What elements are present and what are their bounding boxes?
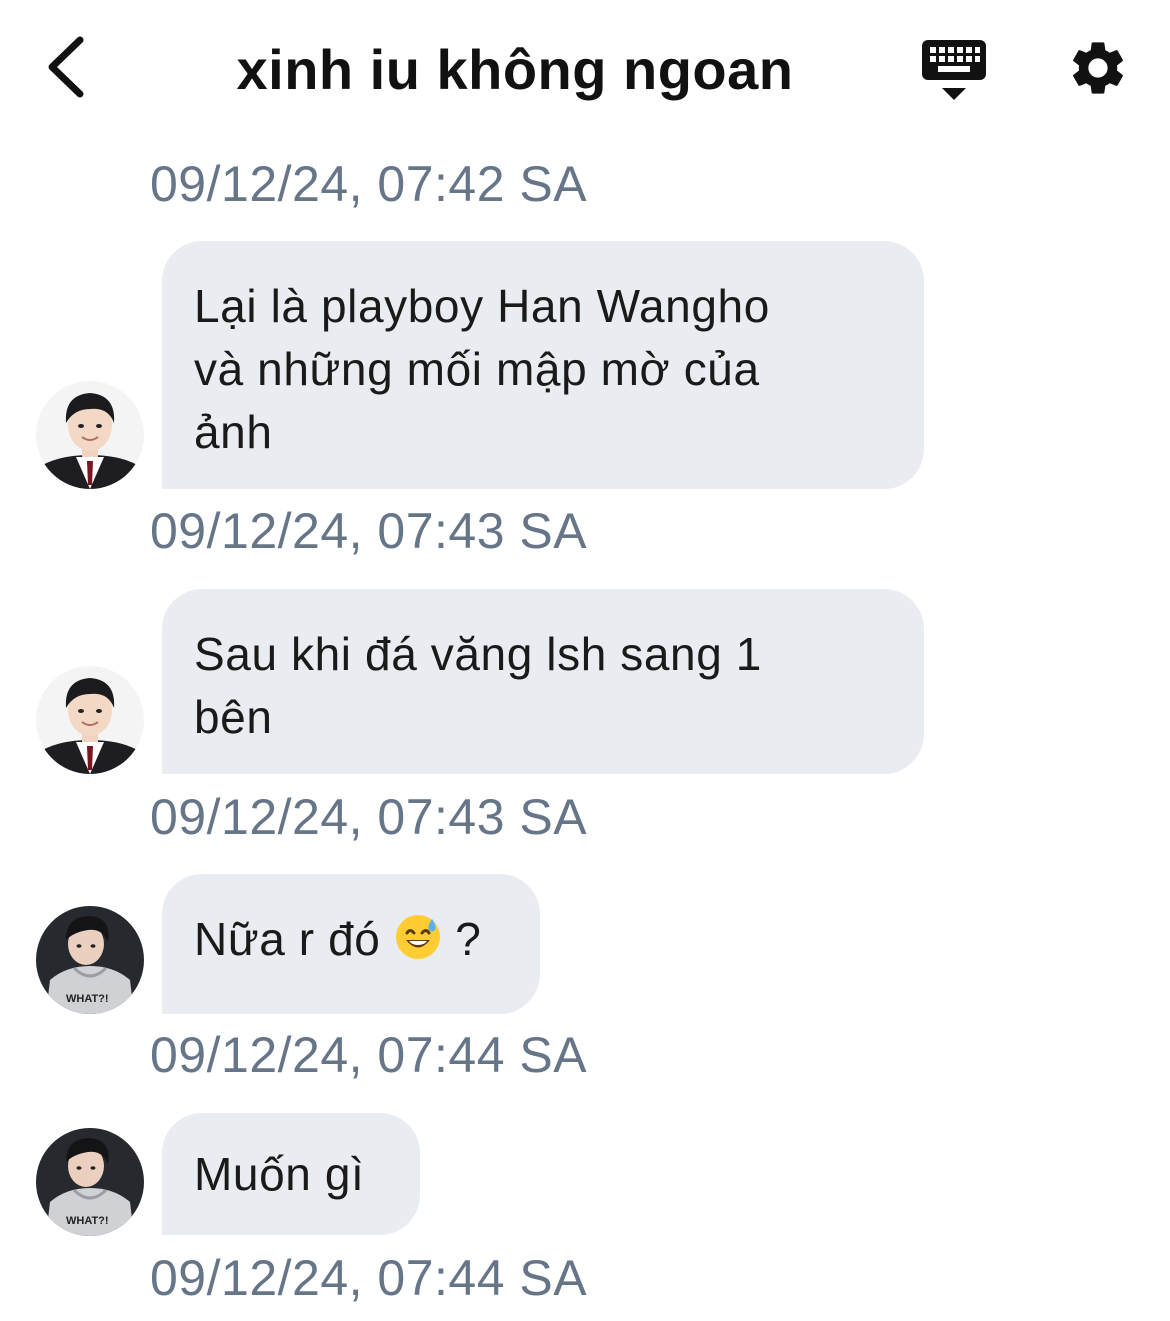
message-bubble[interactable]: Nữa r đó ? bbox=[162, 874, 540, 1014]
chevron-left-icon bbox=[48, 36, 84, 98]
keyboard-icon bbox=[922, 40, 986, 100]
message-text: Nữa r đó bbox=[194, 913, 394, 965]
gear-icon bbox=[1073, 42, 1123, 94]
svg-text:WHAT?!: WHAT?! bbox=[66, 993, 109, 1005]
avatar-boy-hoodie[interactable]: WHAT?! bbox=[36, 906, 144, 1014]
message-bubble[interactable]: Lại là playboy Han Wangho và những mối m… bbox=[162, 241, 924, 489]
avatar-boy-uniform[interactable] bbox=[36, 666, 144, 774]
avatar-boy-hoodie[interactable]: WHAT?! bbox=[36, 1128, 144, 1236]
keyboard-button[interactable] bbox=[918, 38, 990, 102]
chat-title: xinh iu không ngoan bbox=[236, 38, 794, 101]
message-timestamp: 09/12/24, 07:44 SA bbox=[150, 1250, 588, 1306]
message-timestamp: 09/12/24, 07:42 SA bbox=[150, 156, 588, 212]
back-button[interactable] bbox=[36, 30, 96, 104]
avatar-boy-uniform[interactable] bbox=[36, 381, 144, 489]
chat-header: xinh iu không ngoan bbox=[0, 0, 1170, 140]
chat-screen: xinh iu không ngoan 09/12/24, 07:42 SA L… bbox=[0, 0, 1170, 1321]
message-bubble[interactable]: Sau khi đá văng lsh sang 1 bên bbox=[162, 589, 924, 774]
message-timestamp: 09/12/24, 07:43 SA bbox=[150, 789, 588, 845]
message-timestamp: 09/12/24, 07:44 SA bbox=[150, 1027, 588, 1083]
sweat-smile-emoji bbox=[395, 915, 440, 959]
settings-button[interactable] bbox=[1066, 36, 1130, 100]
svg-text:WHAT?!: WHAT?! bbox=[66, 1215, 109, 1227]
message-timestamp: 09/12/24, 07:43 SA bbox=[150, 503, 588, 559]
message-text: ? bbox=[441, 913, 482, 965]
message-bubble[interactable]: Muốn gì bbox=[162, 1113, 420, 1235]
